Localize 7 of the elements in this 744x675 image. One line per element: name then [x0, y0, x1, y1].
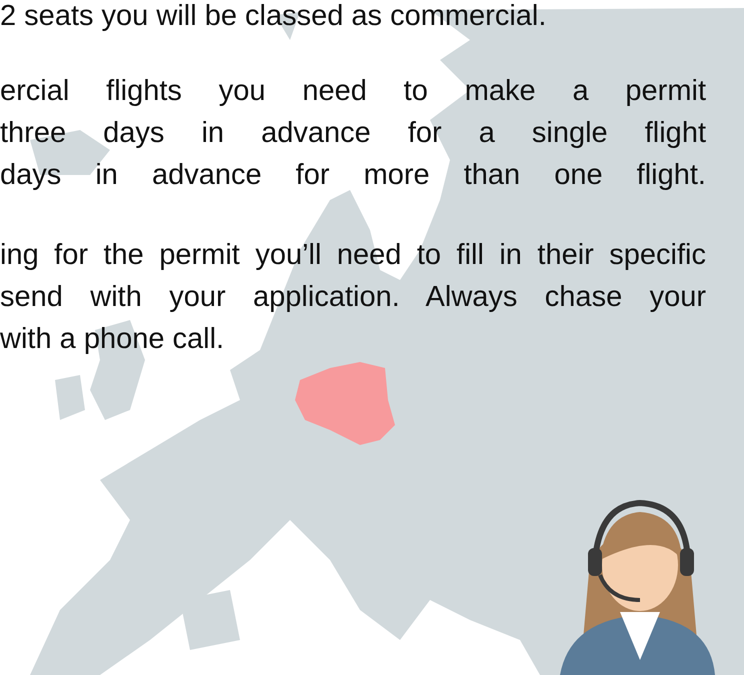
paragraph-line: three days in advance for a single flight	[0, 116, 706, 151]
paragraph-line: send with your application. Always chase your	[0, 280, 706, 315]
paragraph-line: with a phone call.	[0, 322, 226, 357]
paragraph-line: ing for the permit you’ll need to fill in their specific	[0, 238, 706, 273]
paragraph-line: ercial flights you need to make a permit	[0, 74, 706, 109]
paragraph-line: 2 seats you will be classed as commercial.	[0, 0, 548, 32]
paragraph-line: days in advance for more than one flight.	[0, 158, 706, 193]
